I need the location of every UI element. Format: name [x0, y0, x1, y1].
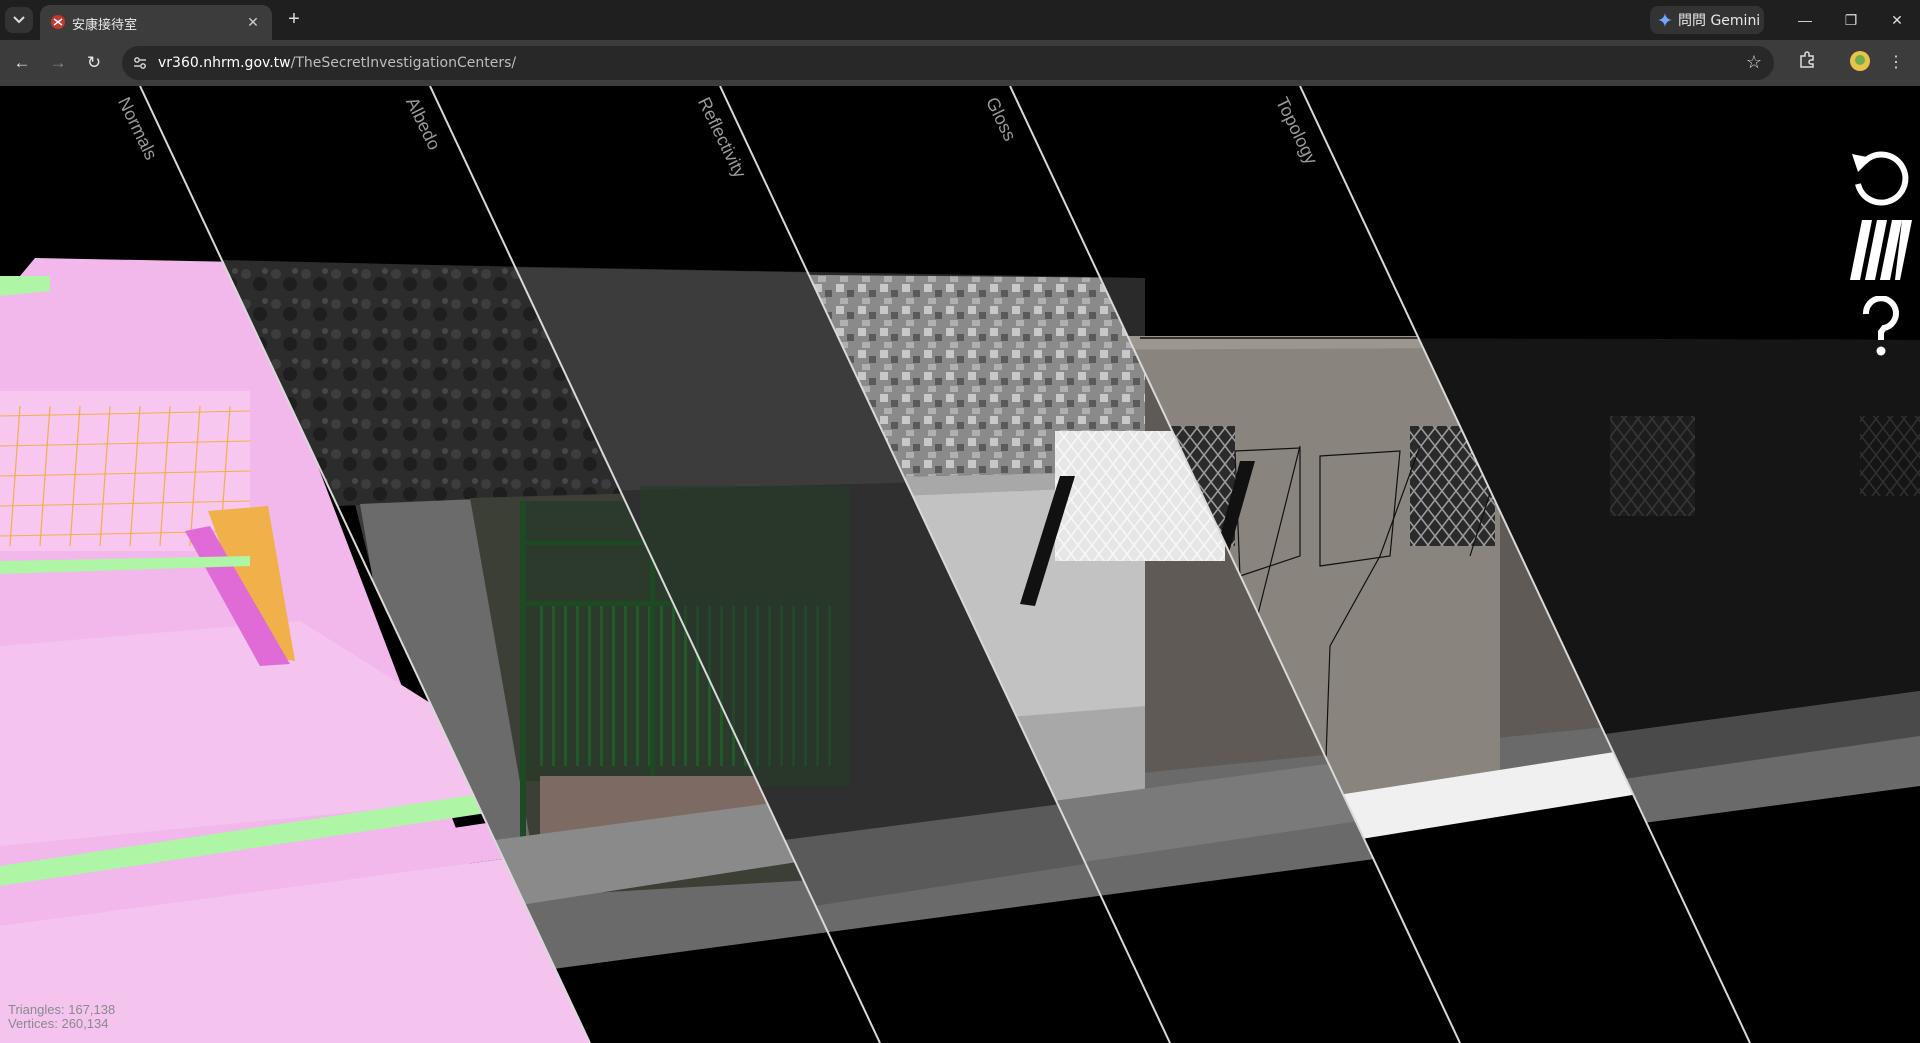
tab-title: 安康接待室 [72, 18, 138, 33]
address-bar[interactable]: vr360.nhrm.gov.tw/TheSecretInvestigation… [122, 46, 1774, 80]
gemini-sparkle-icon [1658, 13, 1672, 27]
scene-canvas[interactable] [0, 86, 1920, 1043]
model-stats: Triangles: 167,138 Vertices: 260,134 [8, 1003, 115, 1031]
browser-tab-active[interactable]: 安康接待室 ✕ [40, 5, 272, 40]
tab-search-button[interactable] [5, 7, 33, 33]
site-info-icon[interactable] [132, 55, 148, 71]
extensions-puzzle-icon[interactable] [1795, 51, 1819, 75]
reset-rotate-icon[interactable] [1850, 144, 1912, 206]
reload-icon[interactable]: ↻ [82, 51, 106, 75]
help-question-icon[interactable] [1850, 296, 1912, 358]
chevron-down-icon [13, 16, 25, 24]
browser-toolbar: ← → ↻ vr360.nhrm.gov.tw/TheSecretInvesti… [0, 40, 1920, 86]
gemini-label: 問問 Gemini [1678, 13, 1761, 29]
back-arrow-icon[interactable]: ← [10, 51, 34, 75]
triangles-count: Triangles: 167,138 [8, 1002, 116, 1017]
site-favicon-icon [51, 15, 65, 29]
url-text: vr360.nhrm.gov.tw/TheSecretInvestigation… [158, 55, 516, 71]
url-host: vr360.nhrm.gov.tw [158, 55, 291, 71]
forward-arrow-icon[interactable]: → [46, 51, 70, 75]
menu-kebab-icon[interactable]: ⋮ [1884, 51, 1908, 75]
close-tab-icon[interactable]: ✕ [244, 13, 262, 31]
restore-icon[interactable]: ❐ [1836, 8, 1866, 32]
gemini-button[interactable]: 問問 Gemini [1650, 6, 1764, 34]
model-viewer[interactable]: Normals Albedo Reflectivity Gloss Topolo… [0, 86, 1920, 1043]
layers-slash-icon[interactable] [1850, 220, 1912, 280]
profile-avatar[interactable] [1848, 51, 1872, 75]
close-window-icon[interactable]: ✕ [1882, 8, 1912, 32]
vertices-count: Vertices: 260,134 [8, 1016, 109, 1031]
minimize-icon[interactable]: — [1790, 8, 1820, 32]
browser-titlebar: 安康接待室 ✕ + 問問 Gemini — ❐ ✕ [0, 0, 1920, 40]
new-tab-button[interactable]: + [282, 8, 306, 32]
bookmark-star-icon[interactable]: ☆ [1746, 52, 1762, 73]
url-path: /TheSecretInvestigationCenters/ [290, 55, 517, 71]
